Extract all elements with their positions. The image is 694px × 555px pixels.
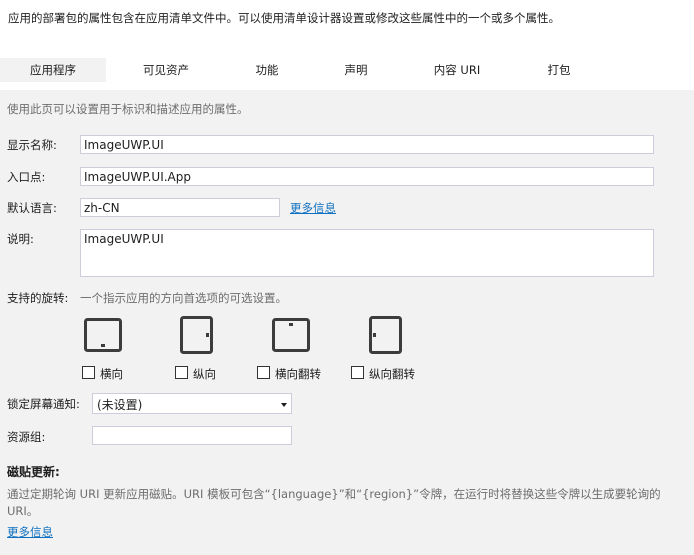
resource-group-input[interactable] — [92, 426, 292, 445]
display-name-label: 显示名称: — [7, 138, 57, 152]
resource-group-label: 资源组: — [7, 430, 46, 444]
lock-screen-value: (未设置) — [97, 398, 143, 412]
rotation-hint: 一个指示应用的方向首选项的可选设置。 — [80, 291, 287, 305]
tab-visual-assets[interactable]: 可见资产 — [112, 58, 220, 82]
page-description: 使用此页可以设置用于标识和描述应用的属性。 — [7, 102, 249, 116]
tab-declarations[interactable]: 声明 — [312, 58, 400, 82]
tile-update-title: 磁贴更新: — [7, 465, 60, 479]
application-panel: 使用此页可以设置用于标识和描述应用的属性。 显示名称: 入口点: 默认语言: 更… — [0, 90, 694, 555]
default-language-input[interactable] — [80, 198, 280, 217]
chevron-down-icon — [281, 403, 287, 407]
landscape-flipped-device-icon — [272, 318, 310, 352]
default-language-label: 默认语言: — [7, 201, 57, 215]
lock-screen-label: 锁定屏幕通知: — [7, 397, 80, 411]
lock-screen-select[interactable]: (未设置) — [92, 393, 292, 414]
description-textarea[interactable]: ImageUWP.UI — [80, 229, 654, 277]
tab-strip: 应用程序 可见资产 功能 声明 内容 URI 打包 — [0, 58, 694, 82]
portrait-flipped-label: 纵向翻转 — [369, 367, 415, 381]
portrait-checkbox[interactable] — [175, 366, 188, 379]
portrait-flipped-checkbox[interactable] — [351, 366, 364, 379]
landscape-checkbox[interactable] — [82, 366, 95, 379]
tile-update-text: 通过定期轮询 URI 更新应用磁贴。URI 模板可包含“{language}”和… — [7, 487, 661, 518]
display-name-input[interactable] — [80, 135, 654, 154]
landscape-label: 横向 — [100, 367, 123, 381]
tile-more-info-link[interactable]: 更多信息 — [7, 524, 53, 540]
intro-text: 应用的部署包的属性包含在应用清单文件中。可以使用清单设计器设置或修改这些属性中的… — [8, 11, 560, 25]
landscape-device-icon — [84, 318, 122, 352]
portrait-label: 纵向 — [193, 367, 216, 381]
tab-application[interactable]: 应用程序 — [0, 58, 106, 82]
portrait-flipped-device-icon — [369, 316, 402, 354]
entry-point-label: 入口点: — [7, 170, 46, 184]
rotation-label: 支持的旋转: — [7, 291, 69, 305]
landscape-flipped-checkbox[interactable] — [257, 366, 270, 379]
tab-packaging[interactable]: 打包 — [514, 58, 604, 82]
portrait-device-icon — [180, 316, 213, 354]
tab-content-uris[interactable]: 内容 URI — [400, 58, 514, 82]
landscape-flipped-label: 横向翻转 — [275, 367, 321, 381]
language-more-info-link[interactable]: 更多信息 — [290, 200, 336, 216]
description-label: 说明: — [7, 232, 34, 246]
tab-capabilities[interactable]: 功能 — [222, 58, 312, 82]
header-area: 应用的部署包的属性包含在应用清单文件中。可以使用清单设计器设置或修改这些属性中的… — [0, 0, 694, 90]
entry-point-input[interactable] — [80, 167, 654, 186]
